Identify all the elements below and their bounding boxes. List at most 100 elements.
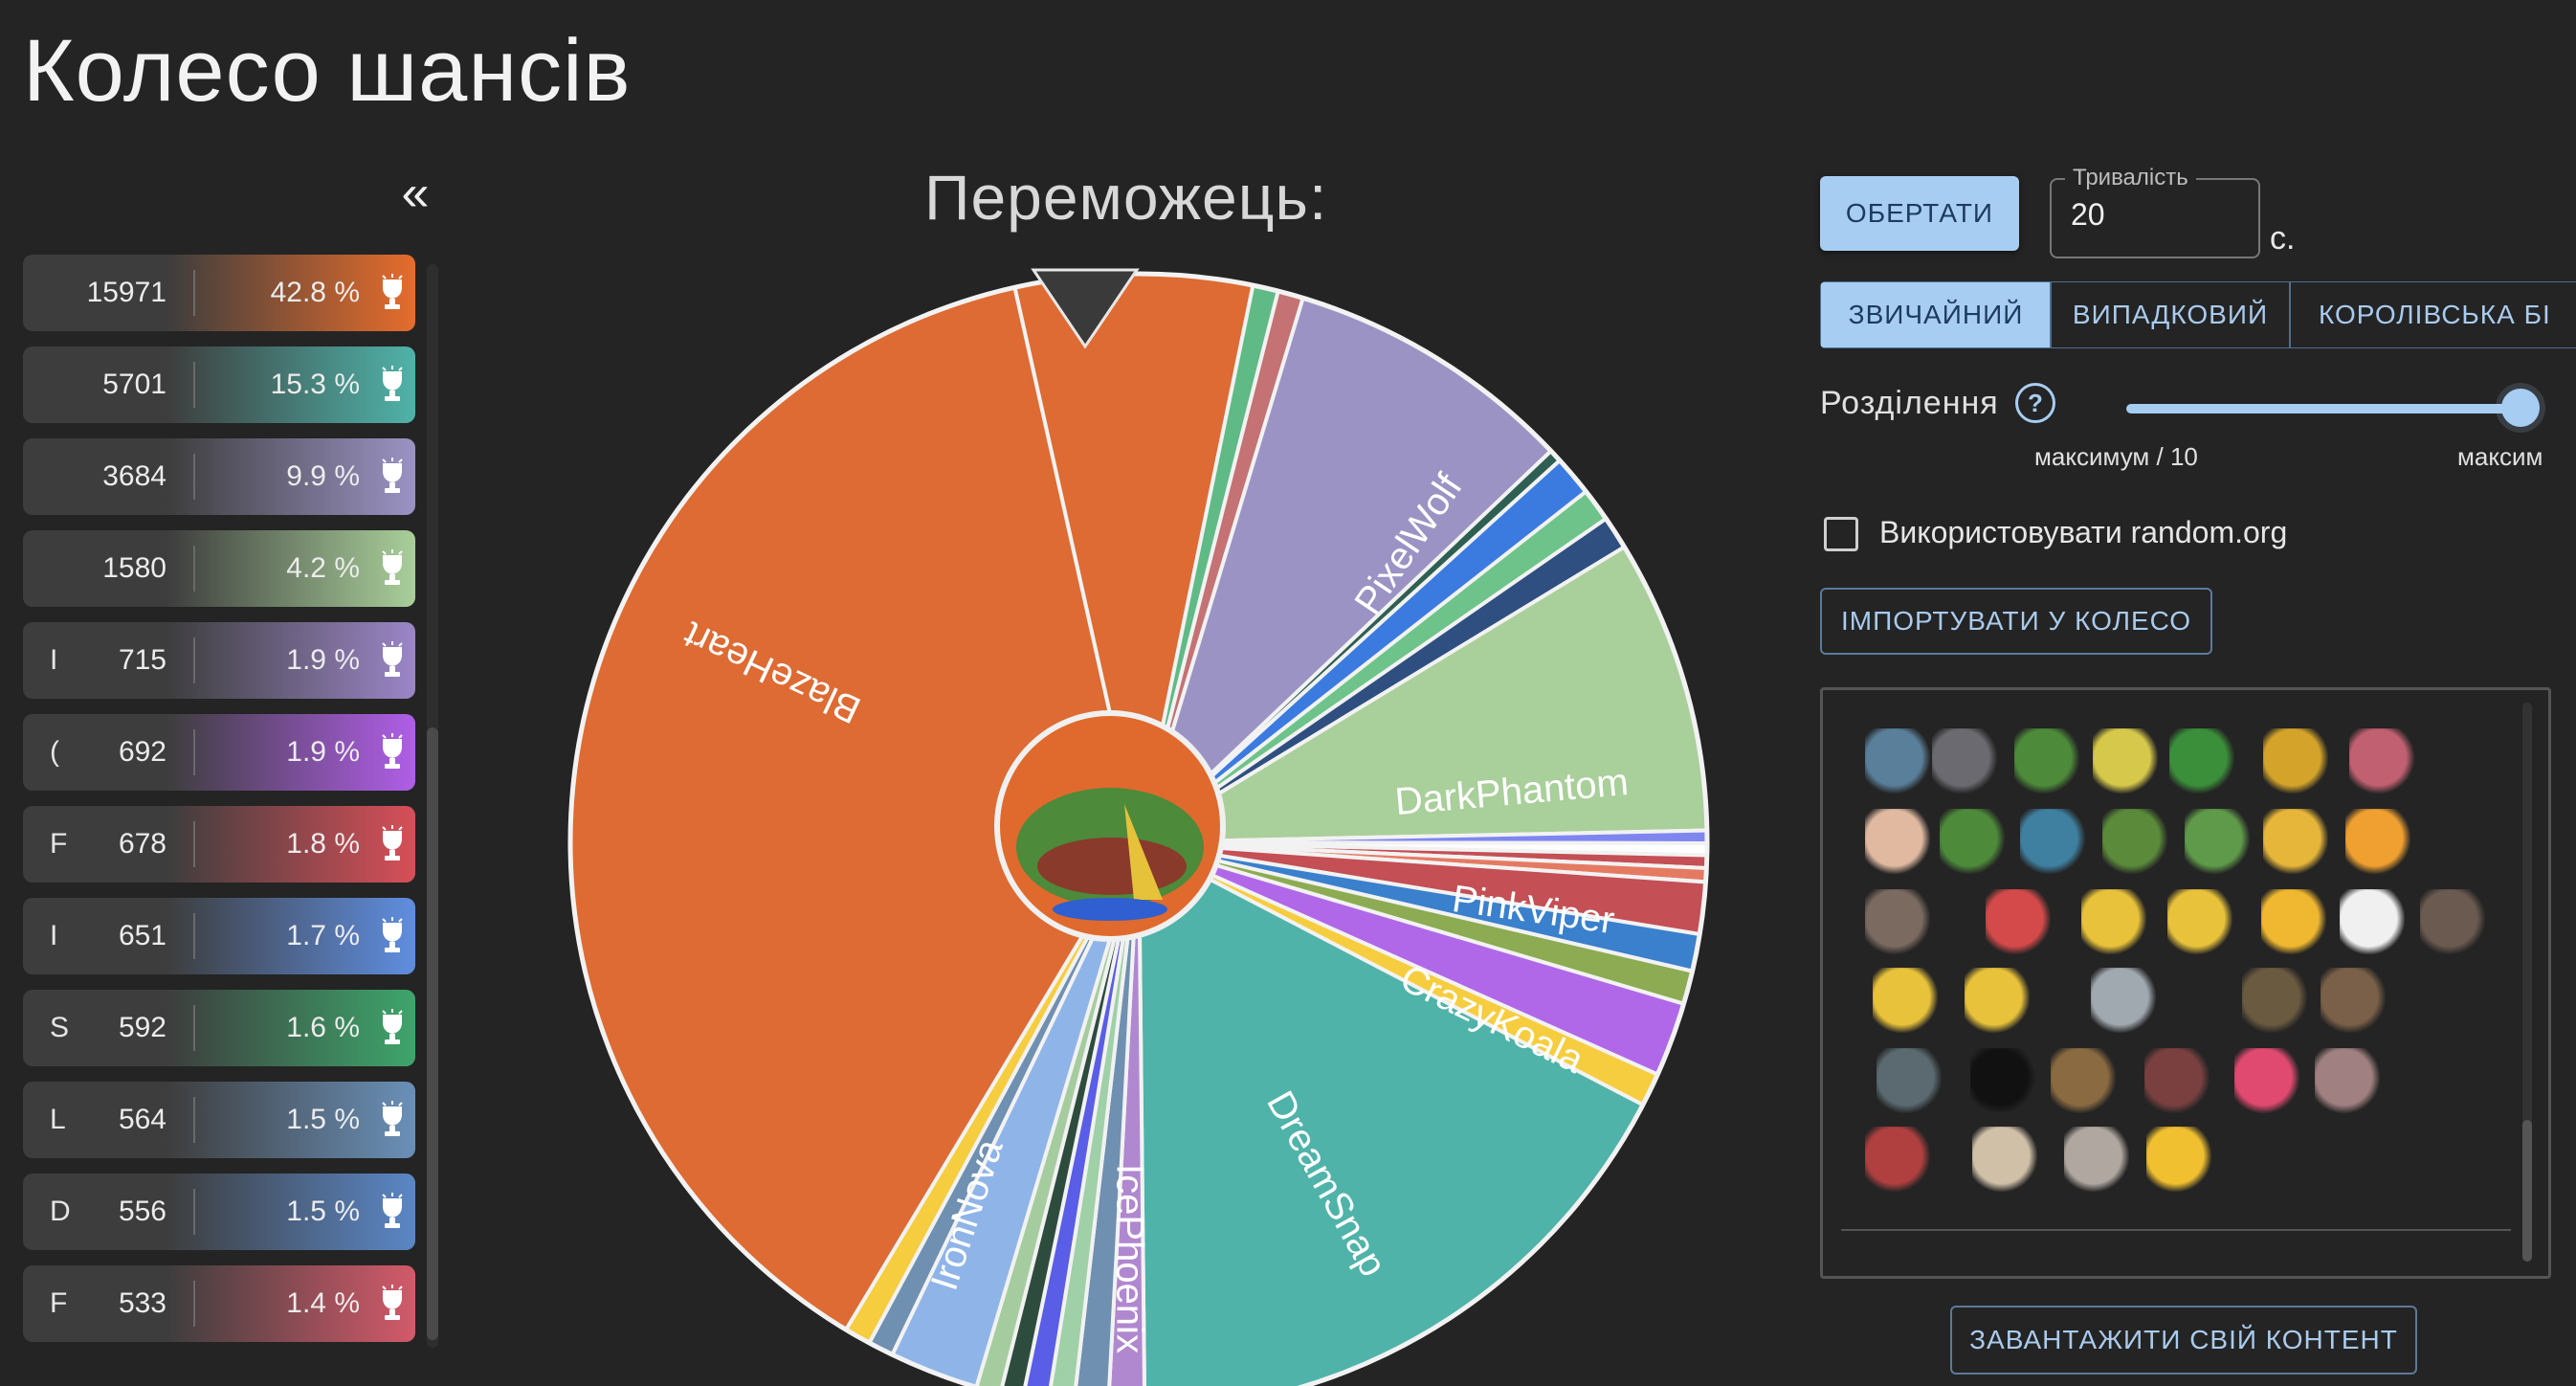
emote-tile[interactable] xyxy=(2051,1048,2116,1113)
row-divider xyxy=(193,454,195,500)
emote-tile[interactable] xyxy=(1865,728,1930,794)
emote-tile[interactable] xyxy=(1873,968,1938,1033)
emote-tile[interactable] xyxy=(2167,889,2232,954)
vote-percent: 42.8 % xyxy=(270,277,360,308)
vote-percent: 15.3 % xyxy=(270,369,360,400)
trophy-icon xyxy=(382,641,403,677)
trophy-icon xyxy=(382,1101,403,1136)
emote-tile[interactable] xyxy=(2263,728,2328,794)
trophy-icon xyxy=(382,458,403,493)
emote-tile[interactable] xyxy=(1932,728,1997,794)
emote-tile[interactable] xyxy=(2321,968,2386,1033)
vote-percent: 1.9 % xyxy=(286,736,360,768)
spin-button[interactable]: ОБЕРТАТИ xyxy=(1820,176,2019,251)
emote-tile[interactable] xyxy=(2340,889,2405,954)
emote-tile[interactable] xyxy=(2345,809,2410,874)
vote-count: 715 xyxy=(118,644,167,676)
vote-percent: 1.4 % xyxy=(286,1287,360,1319)
vote-count: 3684 xyxy=(102,460,167,492)
mode-royal-tab[interactable]: КОРОЛІВСЬКА БІ xyxy=(2289,281,2576,348)
leaderboard-row[interactable]: 3684 9.9 % xyxy=(23,438,415,515)
help-icon[interactable]: ? xyxy=(2015,383,2055,423)
emote-scroll-thumb[interactable] xyxy=(2522,1120,2532,1262)
mode-random-tab[interactable]: ВИПАДКОВИЙ xyxy=(2050,281,2291,348)
emote-tile[interactable] xyxy=(2263,809,2328,874)
split-label: Розділення xyxy=(1820,385,1999,421)
wheel-of-chances[interactable]: BlazeHeartPixelWolfDarkPhantomPinkViperC… xyxy=(555,268,1722,1386)
emote-tile[interactable] xyxy=(2093,728,2158,794)
emote-tile[interactable] xyxy=(2242,968,2307,1033)
leaderboard-row[interactable]: I 651 1.7 % xyxy=(23,898,415,974)
row-divider xyxy=(193,1005,195,1051)
emote-tile[interactable] xyxy=(2020,809,2085,874)
emote-tile[interactable] xyxy=(2081,889,2146,954)
trophy-icon xyxy=(382,549,403,585)
emote-tile[interactable] xyxy=(2315,1048,2380,1113)
emote-tile[interactable] xyxy=(2014,728,2079,794)
emote-tile[interactable] xyxy=(2234,1048,2299,1113)
leaderboard-row[interactable]: 1580 4.2 % xyxy=(23,530,415,607)
vote-percent: 9.9 % xyxy=(286,460,360,492)
leaderboard: 15971 42.8 % 5701 15.3 % 3684 9.9 % 1580 4.2 xyxy=(23,255,415,1357)
split-slider-track[interactable] xyxy=(2126,404,2519,414)
emote-tile[interactable] xyxy=(1972,1127,2037,1192)
trophy-icon xyxy=(382,733,403,769)
mode-toggle-group: ЗВИЧАЙНИЙ ВИПАДКОВИЙ КОРОЛІВСЬКА БІ xyxy=(1820,281,2576,348)
row-divider xyxy=(193,637,195,683)
trophy-icon xyxy=(382,366,403,401)
vote-count: 556 xyxy=(118,1196,167,1227)
vote-percent: 1.5 % xyxy=(286,1196,360,1227)
emote-tile[interactable] xyxy=(2185,809,2250,874)
emote-tile[interactable] xyxy=(1986,889,2051,954)
emote-tile[interactable] xyxy=(1865,809,1930,874)
emote-tile[interactable] xyxy=(2102,809,2167,874)
emote-tile[interactable] xyxy=(2064,1127,2129,1192)
emote-tile[interactable] xyxy=(2091,968,2156,1033)
upload-content-button[interactable]: ЗАВАНТАЖИТИ СВІЙ КОНТЕНТ xyxy=(1950,1306,2417,1375)
vote-count: 5701 xyxy=(102,369,167,400)
mode-normal-tab[interactable]: ЗВИЧАЙНИЙ xyxy=(1820,281,2052,348)
vote-count: 651 xyxy=(118,920,167,951)
leaderboard-row[interactable]: L 564 1.5 % xyxy=(23,1082,415,1158)
vote-count: 678 xyxy=(118,828,167,860)
emote-tile[interactable] xyxy=(2420,889,2485,954)
emote-picker xyxy=(1820,687,2551,1279)
vote-percent: 1.7 % xyxy=(286,920,360,951)
duration-input[interactable]: 20 xyxy=(2071,197,2105,233)
vote-count: 533 xyxy=(118,1287,167,1319)
vote-count: 15971 xyxy=(86,277,167,308)
emote-tile[interactable] xyxy=(2169,728,2234,794)
emote-tile[interactable] xyxy=(2349,728,2414,794)
leaderboard-row[interactable]: S 592 1.6 % xyxy=(23,990,415,1066)
leaderboard-row[interactable]: D 556 1.5 % xyxy=(23,1174,415,1250)
emote-tile[interactable] xyxy=(1876,1048,1942,1113)
emote-tile[interactable] xyxy=(2146,1127,2211,1192)
leaderboard-row[interactable]: F 678 1.8 % xyxy=(23,806,415,883)
wheel-slice-label: IcePhoenix xyxy=(1108,1164,1150,1353)
emote-tile[interactable] xyxy=(2144,1048,2210,1113)
leaderboard-scroll-thumb[interactable] xyxy=(427,727,438,1340)
leaderboard-row[interactable]: 5701 15.3 % xyxy=(23,346,415,423)
row-divider xyxy=(193,1189,195,1235)
emote-tile[interactable] xyxy=(1965,968,2030,1033)
row-divider xyxy=(193,821,195,867)
leaderboard-row[interactable]: I 715 1.9 % xyxy=(23,622,415,699)
random-org-checkbox[interactable] xyxy=(1824,517,1858,551)
collapse-sidebar-button[interactable]: « xyxy=(392,168,438,220)
leaderboard-row[interactable]: F 533 1.4 % xyxy=(23,1265,415,1342)
trophy-icon xyxy=(382,917,403,952)
leaderboard-row[interactable]: 15971 42.8 % xyxy=(23,255,415,331)
row-divider xyxy=(193,1281,195,1327)
emote-tile[interactable] xyxy=(2261,889,2326,954)
random-org-label: Використовувати random.org xyxy=(1879,515,2288,549)
emote-divider xyxy=(1841,1229,2511,1231)
emote-tile[interactable] xyxy=(1970,1048,2035,1113)
leaderboard-row[interactable]: (692 1.9 % xyxy=(23,714,415,791)
split-slider-thumb[interactable] xyxy=(2501,389,2540,427)
import-to-wheel-button[interactable]: ІМПОРТУВАТИ У КОЛЕСО xyxy=(1820,588,2212,655)
emote-tile[interactable] xyxy=(1865,889,1930,954)
trophy-icon xyxy=(382,1285,403,1320)
emote-tile[interactable] xyxy=(1865,1127,1930,1192)
page-title: Колесо шансів xyxy=(23,22,632,120)
emote-tile[interactable] xyxy=(1940,809,2005,874)
